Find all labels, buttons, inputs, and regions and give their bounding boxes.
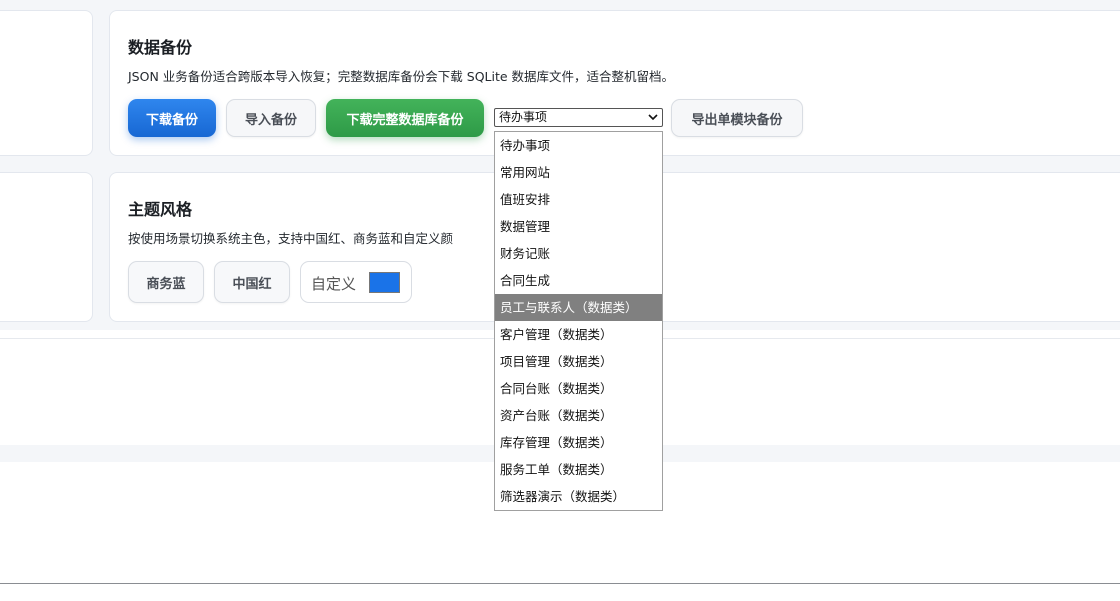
theme-title: 主题风格 bbox=[128, 200, 193, 219]
module-option[interactable]: 员工与联系人（数据类） bbox=[495, 294, 662, 321]
custom-color-label: 自定义 bbox=[311, 275, 357, 293]
chevron-down-icon bbox=[648, 114, 658, 121]
module-option[interactable]: 资产台账（数据类） bbox=[495, 402, 662, 429]
backup-title: 数据备份 bbox=[128, 38, 193, 57]
module-option[interactable]: 待办事项 bbox=[495, 132, 662, 159]
module-select[interactable]: 待办事项 bbox=[494, 108, 663, 127]
theme-custom-picker[interactable]: 自定义 bbox=[300, 261, 412, 303]
module-option[interactable]: 服务工单（数据类） bbox=[495, 456, 662, 483]
theme-business-blue-button[interactable]: 商务蓝 bbox=[128, 261, 204, 303]
module-select-value: 待办事项 bbox=[499, 110, 548, 124]
left-card-bottom bbox=[0, 172, 93, 322]
module-option[interactable]: 客户管理（数据类） bbox=[495, 321, 662, 348]
module-option[interactable]: 合同生成 bbox=[495, 267, 662, 294]
backup-description: JSON 业务备份适合跨版本导入恢复；完整数据库备份会下载 SQLite 数据库… bbox=[128, 69, 675, 84]
module-option[interactable]: 合同台账（数据类） bbox=[495, 375, 662, 402]
download-backup-button[interactable]: 下载备份 bbox=[128, 99, 216, 137]
module-option[interactable]: 库存管理（数据类） bbox=[495, 429, 662, 456]
import-backup-button[interactable]: 导入备份 bbox=[226, 99, 316, 137]
module-option[interactable]: 筛选器演示（数据类） bbox=[495, 483, 662, 510]
bottom-border bbox=[0, 583, 1120, 584]
export-module-backup-button[interactable]: 导出单模块备份 bbox=[671, 99, 803, 137]
module-option[interactable]: 常用网站 bbox=[495, 159, 662, 186]
left-card-top bbox=[0, 10, 93, 156]
theme-china-red-button[interactable]: 中国红 bbox=[214, 261, 290, 303]
download-full-database-button[interactable]: 下载完整数据库备份 bbox=[326, 99, 484, 137]
module-option[interactable]: 财务记账 bbox=[495, 240, 662, 267]
module-option[interactable]: 数据管理 bbox=[495, 213, 662, 240]
module-option[interactable]: 项目管理（数据类） bbox=[495, 348, 662, 375]
module-select-dropdown[interactable]: 待办事项 常用网站 值班安排 数据管理 财务记账 合同生成 员工与联系人（数据类） 客户管理（… bbox=[494, 131, 663, 511]
custom-color-swatch[interactable] bbox=[369, 272, 400, 293]
theme-description: 按使用场景切换系统主色，支持中国红、商务蓝和自定义颜 bbox=[128, 231, 454, 246]
module-option[interactable]: 值班安排 bbox=[495, 186, 662, 213]
